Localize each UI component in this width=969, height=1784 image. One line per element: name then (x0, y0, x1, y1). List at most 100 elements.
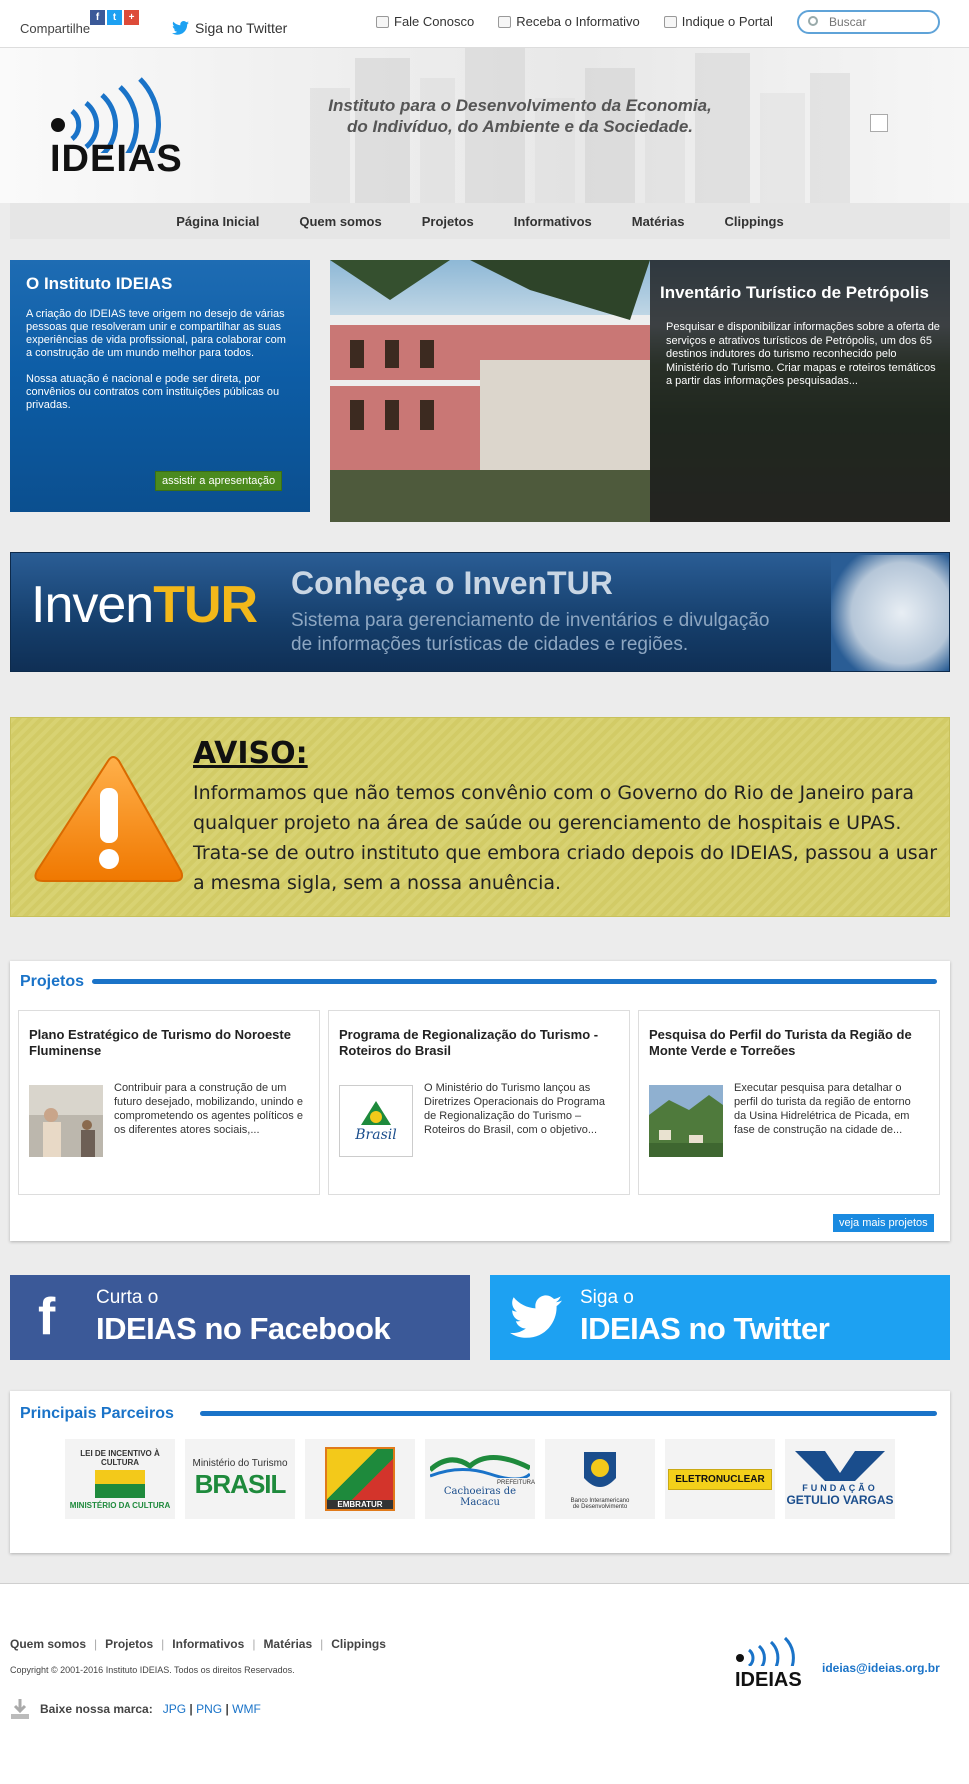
separator: | (161, 1637, 165, 1651)
footer-logo[interactable]: IDEIAS (735, 1636, 815, 1692)
partner-logo-minc[interactable]: LEI DE INCENTIVO À CULTURA MINISTÉRIO DA … (65, 1439, 175, 1519)
share-label: Compartilhe (20, 21, 91, 36)
footer-link-newsletters[interactable]: Informativos (172, 1637, 244, 1651)
ideias-logo[interactable]: IDEIAS (50, 73, 190, 180)
project-title: Programa de Regionalização do Turismo - … (339, 1027, 599, 1058)
top-links: Fale Conosco Receba o Informativo Indiqu… (376, 14, 773, 29)
footer-link-projects[interactable]: Projetos (105, 1637, 153, 1651)
inventur-title: Conheça o InvenTUR (291, 565, 613, 601)
partner-logo-bid[interactable]: Banco Interamericano de Desenvolvimento (545, 1439, 655, 1519)
project-card[interactable]: Programa de Regionalização do Turismo - … (328, 1010, 630, 1195)
intro-paragraph-2: Nossa atuação é nacional e pode ser dire… (26, 373, 280, 411)
nav-about[interactable]: Quem somos (299, 214, 381, 229)
recommend-link[interactable]: Indique o Portal (663, 14, 773, 29)
contact-link[interactable]: Fale Conosco (376, 14, 474, 29)
partner-line-1: FUNDAÇÃO (802, 1483, 878, 1493)
partner-logo-fgv[interactable]: FUNDAÇÃO GETULIO VARGAS (785, 1439, 895, 1519)
partner-line-2: ELETRONUCLEAR (675, 1473, 765, 1485)
feature-caption: Inventário Turístico de Petrópolis Pesqu… (650, 260, 950, 522)
signal-waves-icon (736, 1636, 795, 1680)
partner-line-2: GETULIO VARGAS (786, 1493, 894, 1507)
download-brand: Baixe nossa marca: JPG | PNG | WMF (10, 1697, 261, 1721)
main-nav: Página Inicial Quem somos Projetos Infor… (10, 203, 950, 239)
download-icon (11, 1699, 29, 1719)
nav-home[interactable]: Página Inicial (176, 214, 259, 229)
contact-email[interactable]: ideias@ideias.org.br (822, 1661, 940, 1675)
flag-shape-icon (361, 1101, 391, 1125)
inventur-banner[interactable]: InvenTUR Conheça o InvenTUR Sistema para… (10, 552, 950, 672)
warning-notice: AVISO: Informamos que não temos convênio… (10, 717, 950, 917)
footer-link-clippings[interactable]: Clippings (331, 1637, 386, 1651)
search-input[interactable] (829, 15, 929, 29)
nav-articles[interactable]: Matérias (632, 214, 685, 229)
more-projects-button[interactable]: veja mais projetos (833, 1214, 934, 1232)
newsletter-label: Receba o Informativo (516, 14, 640, 29)
twitter-banner[interactable]: Siga o IDEIAS no Twitter (490, 1275, 950, 1360)
warning-triangle-icon (34, 756, 184, 882)
feature-title: Inventário Turístico de Petrópolis (660, 283, 929, 302)
twitter-icon[interactable]: t (107, 10, 122, 25)
googleplus-icon[interactable]: + (124, 10, 139, 25)
intro-title: O Instituto IDEIAS (26, 274, 173, 293)
site-header: IDEIAS Instituto para o Desenvolvimento … (0, 48, 969, 203)
project-card[interactable]: Pesquisa do Perfil do Turista da Região … (638, 1010, 940, 1195)
twitter-bird-icon (510, 1295, 562, 1338)
newsletter-link[interactable]: Receba o Informativo (498, 14, 640, 29)
mountain-wave-icon (428, 1455, 532, 1481)
brand-jpg-link[interactable]: JPG (163, 1702, 186, 1716)
brand-png-link[interactable]: PNG (196, 1702, 222, 1716)
projects-title: Projetos (20, 973, 85, 990)
partner-line-1: Ministério do Turismo (192, 1458, 288, 1469)
inventur-subtitle: Sistema para gerenciamento de inventário… (291, 609, 769, 657)
partner-line-2: MINISTÉRIO DA CULTURA (69, 1500, 171, 1510)
twitter-bird-icon (172, 21, 189, 35)
tagline-line-1: Instituto para o Desenvolvimento da Econ… (328, 96, 712, 115)
twitter-follow-link[interactable]: Siga no Twitter (172, 20, 287, 36)
footer-link-about[interactable]: Quem somos (10, 1637, 86, 1651)
footer-link-articles[interactable]: Matérias (263, 1637, 312, 1651)
facebook-small-label: Curta o (96, 1287, 159, 1308)
twitter-follow-label: Siga no Twitter (195, 20, 288, 36)
inventur-subtitle-2: de informações turísticas de cidades e r… (291, 634, 689, 655)
site-footer: Quem somos | Projetos | Informativos | Maté… (0, 1584, 969, 1784)
partner-logo-embratur[interactable]: EMBRATUR (305, 1439, 415, 1519)
nav-clippings[interactable]: Clippings (725, 214, 784, 229)
contact-label: Fale Conosco (394, 14, 475, 29)
facebook-icon: f (38, 1288, 56, 1346)
separator: | (320, 1637, 324, 1651)
speech-bubble-icon (376, 15, 389, 28)
partner-line-2: de Desenvolvimento (572, 1504, 628, 1510)
globe-shield-icon (583, 1452, 616, 1487)
tagline-line-2: do Indivíduo, do Ambiente e da Sociedade… (346, 117, 694, 136)
logo-text: IDEIAS (50, 138, 183, 180)
feature-slide[interactable]: Inventário Turístico de Petrópolis Pesqu… (330, 260, 950, 522)
twitter-small-label: Siga o (580, 1287, 634, 1308)
project-card[interactable]: Plano Estratégico de Turismo do Noroeste… (18, 1010, 320, 1195)
nav-projects[interactable]: Projetos (422, 214, 474, 229)
facebook-icon[interactable]: f (90, 10, 105, 25)
partners-section: Principais Parceiros LEI DE INCENTIVO À … (10, 1391, 950, 1553)
roteiros-brasil-label: Brasil (355, 1127, 397, 1143)
minc-flag-icon (95, 1469, 145, 1498)
partner-logo-eletronuclear[interactable]: ELETRONUCLEAR (665, 1439, 775, 1519)
recommend-label: Indique o Portal (681, 14, 773, 29)
search-icon[interactable] (808, 16, 818, 26)
fgv-chevron-icon (795, 1451, 885, 1481)
partner-logo-cachoeiras[interactable]: PREFEITURA Cachoeiras de Macacu (425, 1439, 535, 1519)
facebook-banner[interactable]: f Curta o IDEIAS no Facebook (10, 1275, 470, 1360)
copyright: Copyright © 2001-2016 Instituto IDEIAS. … (10, 1665, 295, 1675)
project-text: O Ministério do Turismo lançou as Diretr… (424, 1082, 605, 1136)
notice-title: AVISO: (193, 736, 308, 771)
projects-section: Projetos Plano Estratégico de Turismo do… (10, 961, 950, 1241)
brand-wmf-link[interactable]: WMF (232, 1702, 261, 1716)
notice-text: Informamos que não temos convênio com o … (193, 782, 938, 894)
watch-presentation-button[interactable]: assistir a apresentação (155, 471, 283, 491)
partner-logo-mtur[interactable]: Ministério do Turismo BRASIL (185, 1439, 295, 1519)
clock-chart-image (831, 555, 949, 671)
top-bar: Compartilhe f t + Siga no Twitter Fale C… (0, 0, 969, 48)
tagline: Instituto para o Desenvolvimento da Econ… (300, 95, 740, 137)
nav-newsletters[interactable]: Informativos (514, 214, 592, 229)
project-text: Contribuir para a construção de um futur… (114, 1082, 303, 1136)
inventur-logo-a: Inven (31, 576, 154, 634)
footer-logo-text: IDEIAS (735, 1669, 802, 1691)
